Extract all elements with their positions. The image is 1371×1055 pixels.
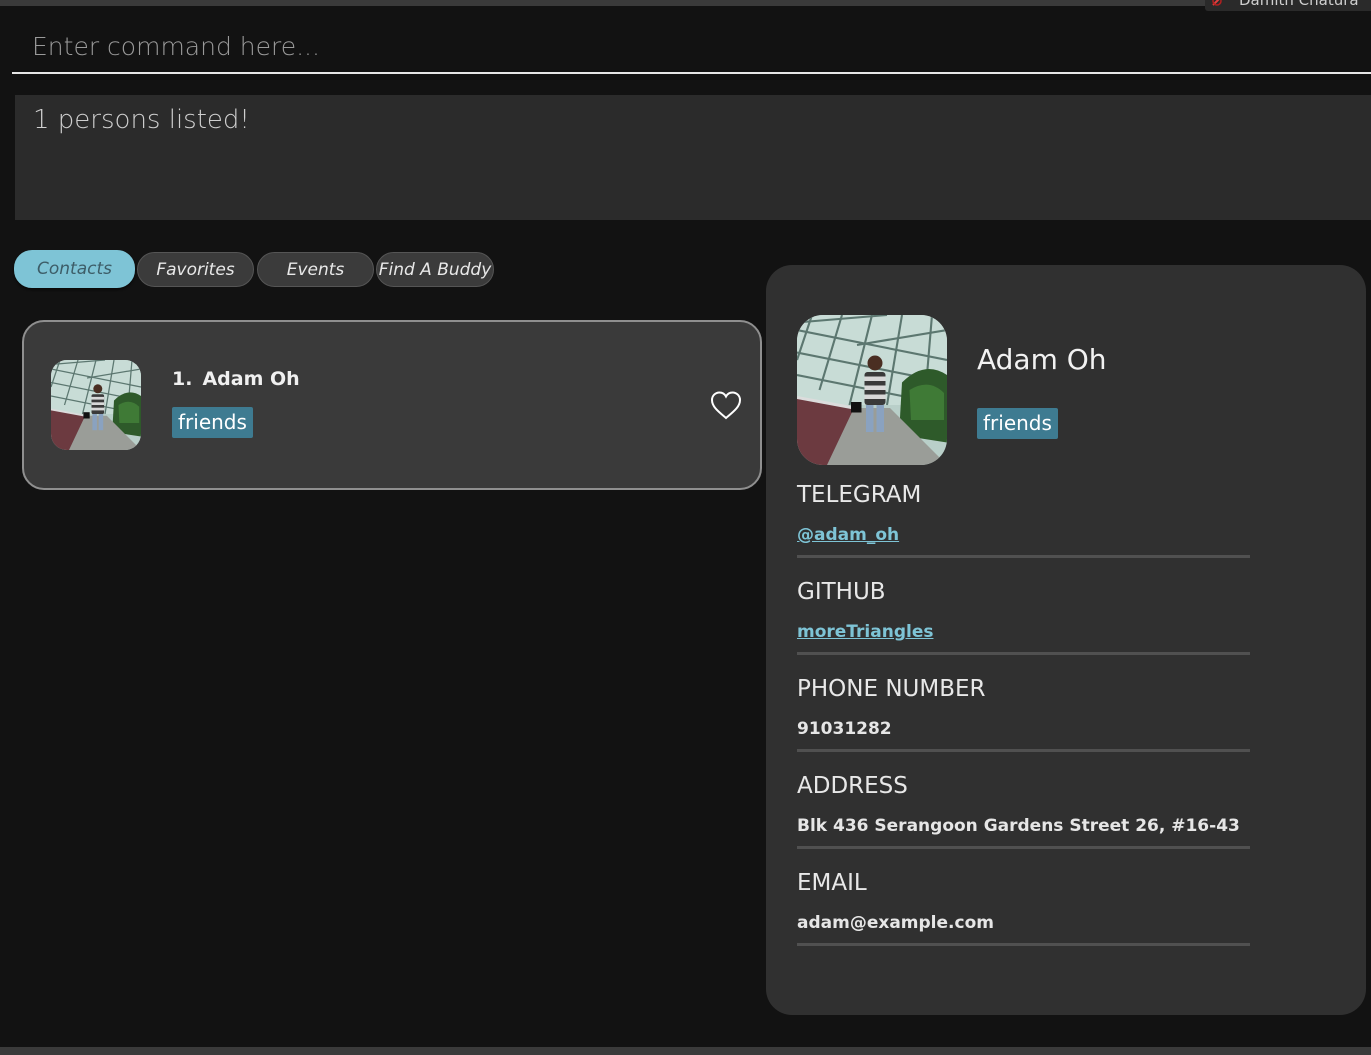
field-telegram: TELEGRAM @adam_oh bbox=[797, 480, 1250, 558]
field-label: TELEGRAM bbox=[797, 482, 922, 508]
email-value: adam@example.com bbox=[797, 913, 994, 933]
field-email: EMAIL adam@example.com bbox=[797, 868, 1250, 946]
field-address: ADDRESS Blk 436 Serangoon Gardens Street… bbox=[797, 771, 1250, 849]
field-label: GITHUB bbox=[797, 579, 886, 605]
divider bbox=[797, 943, 1250, 946]
tab-favorites[interactable]: Favorites bbox=[137, 252, 254, 287]
field-github: GITHUB moreTriangles bbox=[797, 577, 1250, 655]
avatar bbox=[51, 360, 141, 450]
tab-find-a-buddy[interactable]: Find A Buddy bbox=[376, 252, 494, 287]
user-badge-name: Damith Chatura bbox=[1239, 0, 1359, 9]
field-phone: PHONE NUMBER 91031282 bbox=[797, 674, 1250, 752]
user-badge: Damith Chatura bbox=[1205, 0, 1371, 11]
person-card[interactable]: 1. Adam Oh friends bbox=[22, 320, 762, 490]
command-box bbox=[12, 20, 1371, 74]
field-label: EMAIL bbox=[797, 870, 867, 896]
divider bbox=[797, 749, 1250, 752]
github-link[interactable]: moreTriangles bbox=[797, 621, 1250, 643]
command-input[interactable] bbox=[12, 20, 1371, 72]
avatar-large bbox=[797, 315, 947, 465]
divider bbox=[797, 846, 1250, 849]
window-top-bar bbox=[0, 0, 1371, 6]
result-display: 1 persons listed! bbox=[15, 95, 1371, 220]
tag-label: friends bbox=[172, 407, 253, 438]
person-name: 1. Adam Oh bbox=[172, 368, 300, 390]
address-value: Blk 436 Serangoon Gardens Street 26, #16… bbox=[797, 816, 1240, 836]
telegram-link[interactable]: @adam_oh bbox=[797, 524, 1250, 546]
tab-events[interactable]: Events bbox=[257, 252, 374, 287]
window-bottom-bar bbox=[0, 1047, 1371, 1055]
heart-outline-icon[interactable] bbox=[709, 389, 743, 423]
divider bbox=[797, 652, 1250, 655]
person-name-text: Adam Oh bbox=[202, 368, 300, 390]
person-detail-panel: Adam Oh friends TELEGRAM @adam_oh GITHUB… bbox=[766, 265, 1366, 1015]
field-label: PHONE NUMBER bbox=[797, 676, 986, 702]
divider bbox=[797, 555, 1250, 558]
field-label: ADDRESS bbox=[797, 773, 908, 799]
detail-name: Adam Oh bbox=[977, 343, 1107, 376]
phone-value: 91031282 bbox=[797, 719, 892, 739]
tab-contacts[interactable]: Contacts bbox=[14, 250, 135, 288]
detail-tag: friends bbox=[977, 408, 1058, 439]
result-message: 1 persons listed! bbox=[33, 105, 250, 135]
person-index: 1. bbox=[172, 368, 193, 390]
recording-icon bbox=[1212, 0, 1222, 6]
